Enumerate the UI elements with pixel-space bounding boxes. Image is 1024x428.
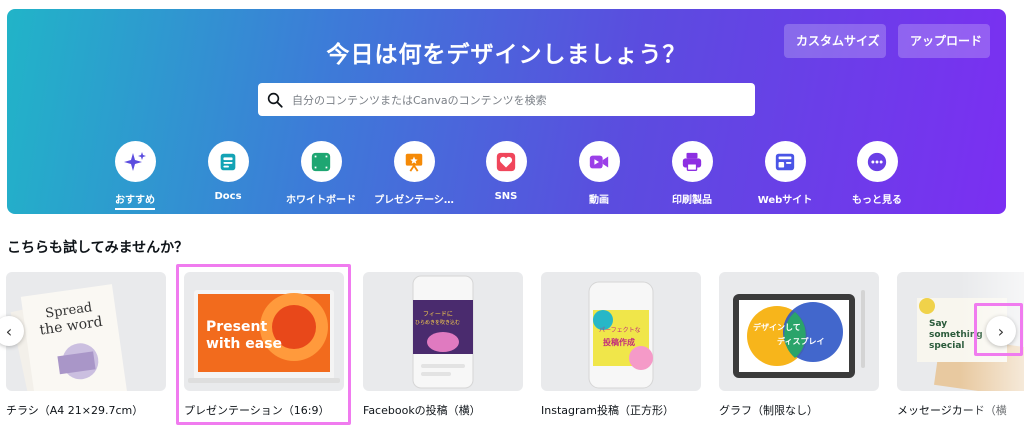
facebook-thumbnail: フィードに ひらめきを吹き込む (363, 272, 523, 391)
graph-text-line2: ディスプレイ (777, 336, 824, 346)
hero-banner: 今日は何をデザインしましょう？ カスタムサイズ アップロード 自分のコンテンツま… (7, 9, 1006, 214)
category-more[interactable]: もっと見る (831, 141, 923, 206)
instagram-text-line1: パーフェクトな (599, 327, 641, 334)
video-icon (589, 155, 609, 168)
printer-icon (682, 152, 702, 171)
card-label: グラフ（制限なし） (719, 404, 818, 417)
instagram-text-line2: 投稿作成 (603, 337, 635, 347)
template-card-flyer[interactable]: Spread the word チラシ（A4 21×29.7cm） (6, 272, 166, 417)
category-bar: おすすめ Docs ホワイトボード プレゼンテーシ… SNS 動画 印刷製品 W… (7, 141, 1006, 211)
category-docs[interactable]: Docs (182, 141, 274, 202)
search-bar[interactable]: 自分のコンテンツまたはCanvaのコンテンツを検索 (258, 83, 755, 116)
sparkle-icon (124, 151, 146, 171)
chevron-left-icon: ‹ (5, 321, 13, 341)
category-print[interactable]: 印刷製品 (646, 141, 738, 206)
category-whiteboard[interactable]: ホワイトボード (275, 141, 367, 206)
whiteboard-icon (311, 152, 331, 171)
presentation-icon (405, 153, 423, 172)
instagram-thumbnail: パーフェクトな 投稿作成 (541, 272, 701, 391)
category-website[interactable]: Webサイト (739, 141, 831, 206)
template-card-facebook[interactable]: フィードに ひらめきを吹き込む Facebookの投稿（横） (363, 272, 523, 417)
highlight-box-presentation (176, 264, 351, 425)
website-icon (775, 153, 795, 170)
message-text-line1: Say (929, 319, 947, 329)
facebook-text-line2: ひらめきを吹き込む (415, 319, 460, 326)
facebook-text-line1: フィードに (423, 311, 453, 318)
template-card-instagram[interactable]: パーフェクトな 投稿作成 Instagram投稿（正方形） (541, 272, 701, 417)
upload-button[interactable]: アップロード (898, 24, 990, 58)
heart-icon (496, 152, 516, 171)
highlight-box-next (974, 303, 1023, 356)
card-label: チラシ（A4 21×29.7cm） (6, 404, 144, 417)
graph-text-line1: デザインして (753, 322, 801, 332)
search-icon (258, 83, 292, 116)
card-label: Instagram投稿（正方形） (541, 404, 674, 417)
more-icon (867, 152, 887, 171)
graph-thumbnail: デザインして ディスプレイ (719, 272, 879, 391)
template-card-graph[interactable]: デザインして ディスプレイ グラフ（制限なし） (719, 272, 879, 417)
category-recommended[interactable]: おすすめ (89, 141, 181, 214)
card-label: Facebookの投稿（横） (363, 404, 481, 417)
custom-size-button[interactable]: カスタムサイズ (784, 24, 886, 58)
category-video[interactable]: 動画 (553, 141, 645, 206)
section-title: こちらも試してみませんか？ (7, 240, 189, 256)
category-sns[interactable]: SNS (460, 141, 552, 202)
category-presentation[interactable]: プレゼンテーシ… (368, 141, 460, 206)
flyer-thumbnail: Spread the word (6, 272, 166, 391)
search-input[interactable]: 自分のコンテンツまたはCanvaのコンテンツを検索 (292, 92, 547, 108)
doc-icon (220, 153, 236, 170)
